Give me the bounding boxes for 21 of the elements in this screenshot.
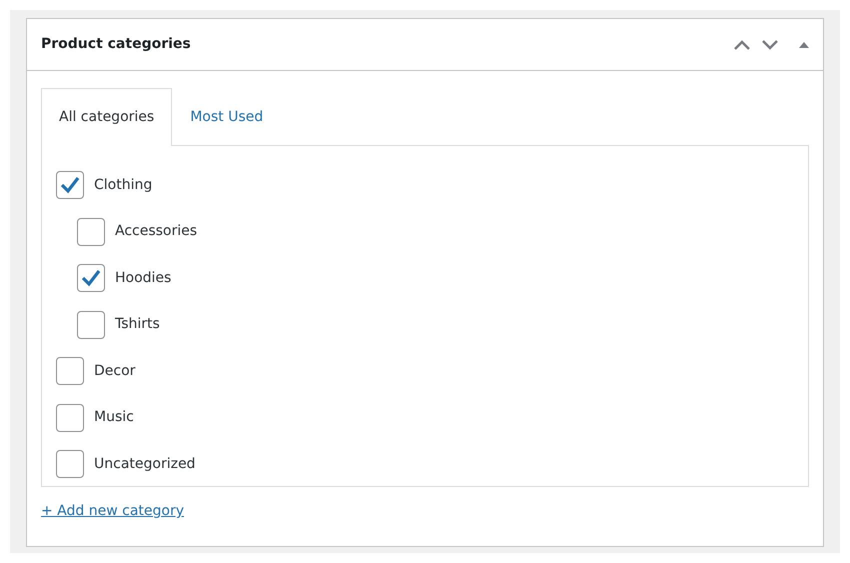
category-checkbox[interactable] bbox=[56, 450, 84, 478]
category-label: Clothing bbox=[94, 176, 152, 195]
move-down-button[interactable] bbox=[761, 38, 779, 50]
category-checkbox[interactable] bbox=[77, 264, 105, 292]
category-tab[interactable]: Most Used bbox=[172, 88, 282, 146]
category-checkbox[interactable] bbox=[56, 171, 84, 200]
category-checkbox[interactable] bbox=[56, 357, 84, 386]
category-label: Decor bbox=[94, 362, 136, 381]
category-checkbox[interactable] bbox=[56, 404, 84, 432]
add-category-link[interactable]: + Add new category bbox=[41, 501, 184, 522]
category-label: Uncategorized bbox=[94, 454, 196, 474]
move-up-button[interactable] bbox=[733, 38, 751, 50]
category-checkbox[interactable] bbox=[77, 218, 105, 246]
category-label: Accessories bbox=[115, 222, 198, 242]
collapse-button[interactable] bbox=[799, 40, 809, 48]
category-checkbox[interactable] bbox=[77, 310, 105, 339]
panel-title: Product categories bbox=[41, 35, 192, 54]
category-tab[interactable]: All categories bbox=[41, 88, 172, 146]
category-label: Tshirts bbox=[115, 315, 160, 334]
category-label: Music bbox=[94, 408, 134, 428]
category-label: Hoodies bbox=[115, 268, 172, 288]
